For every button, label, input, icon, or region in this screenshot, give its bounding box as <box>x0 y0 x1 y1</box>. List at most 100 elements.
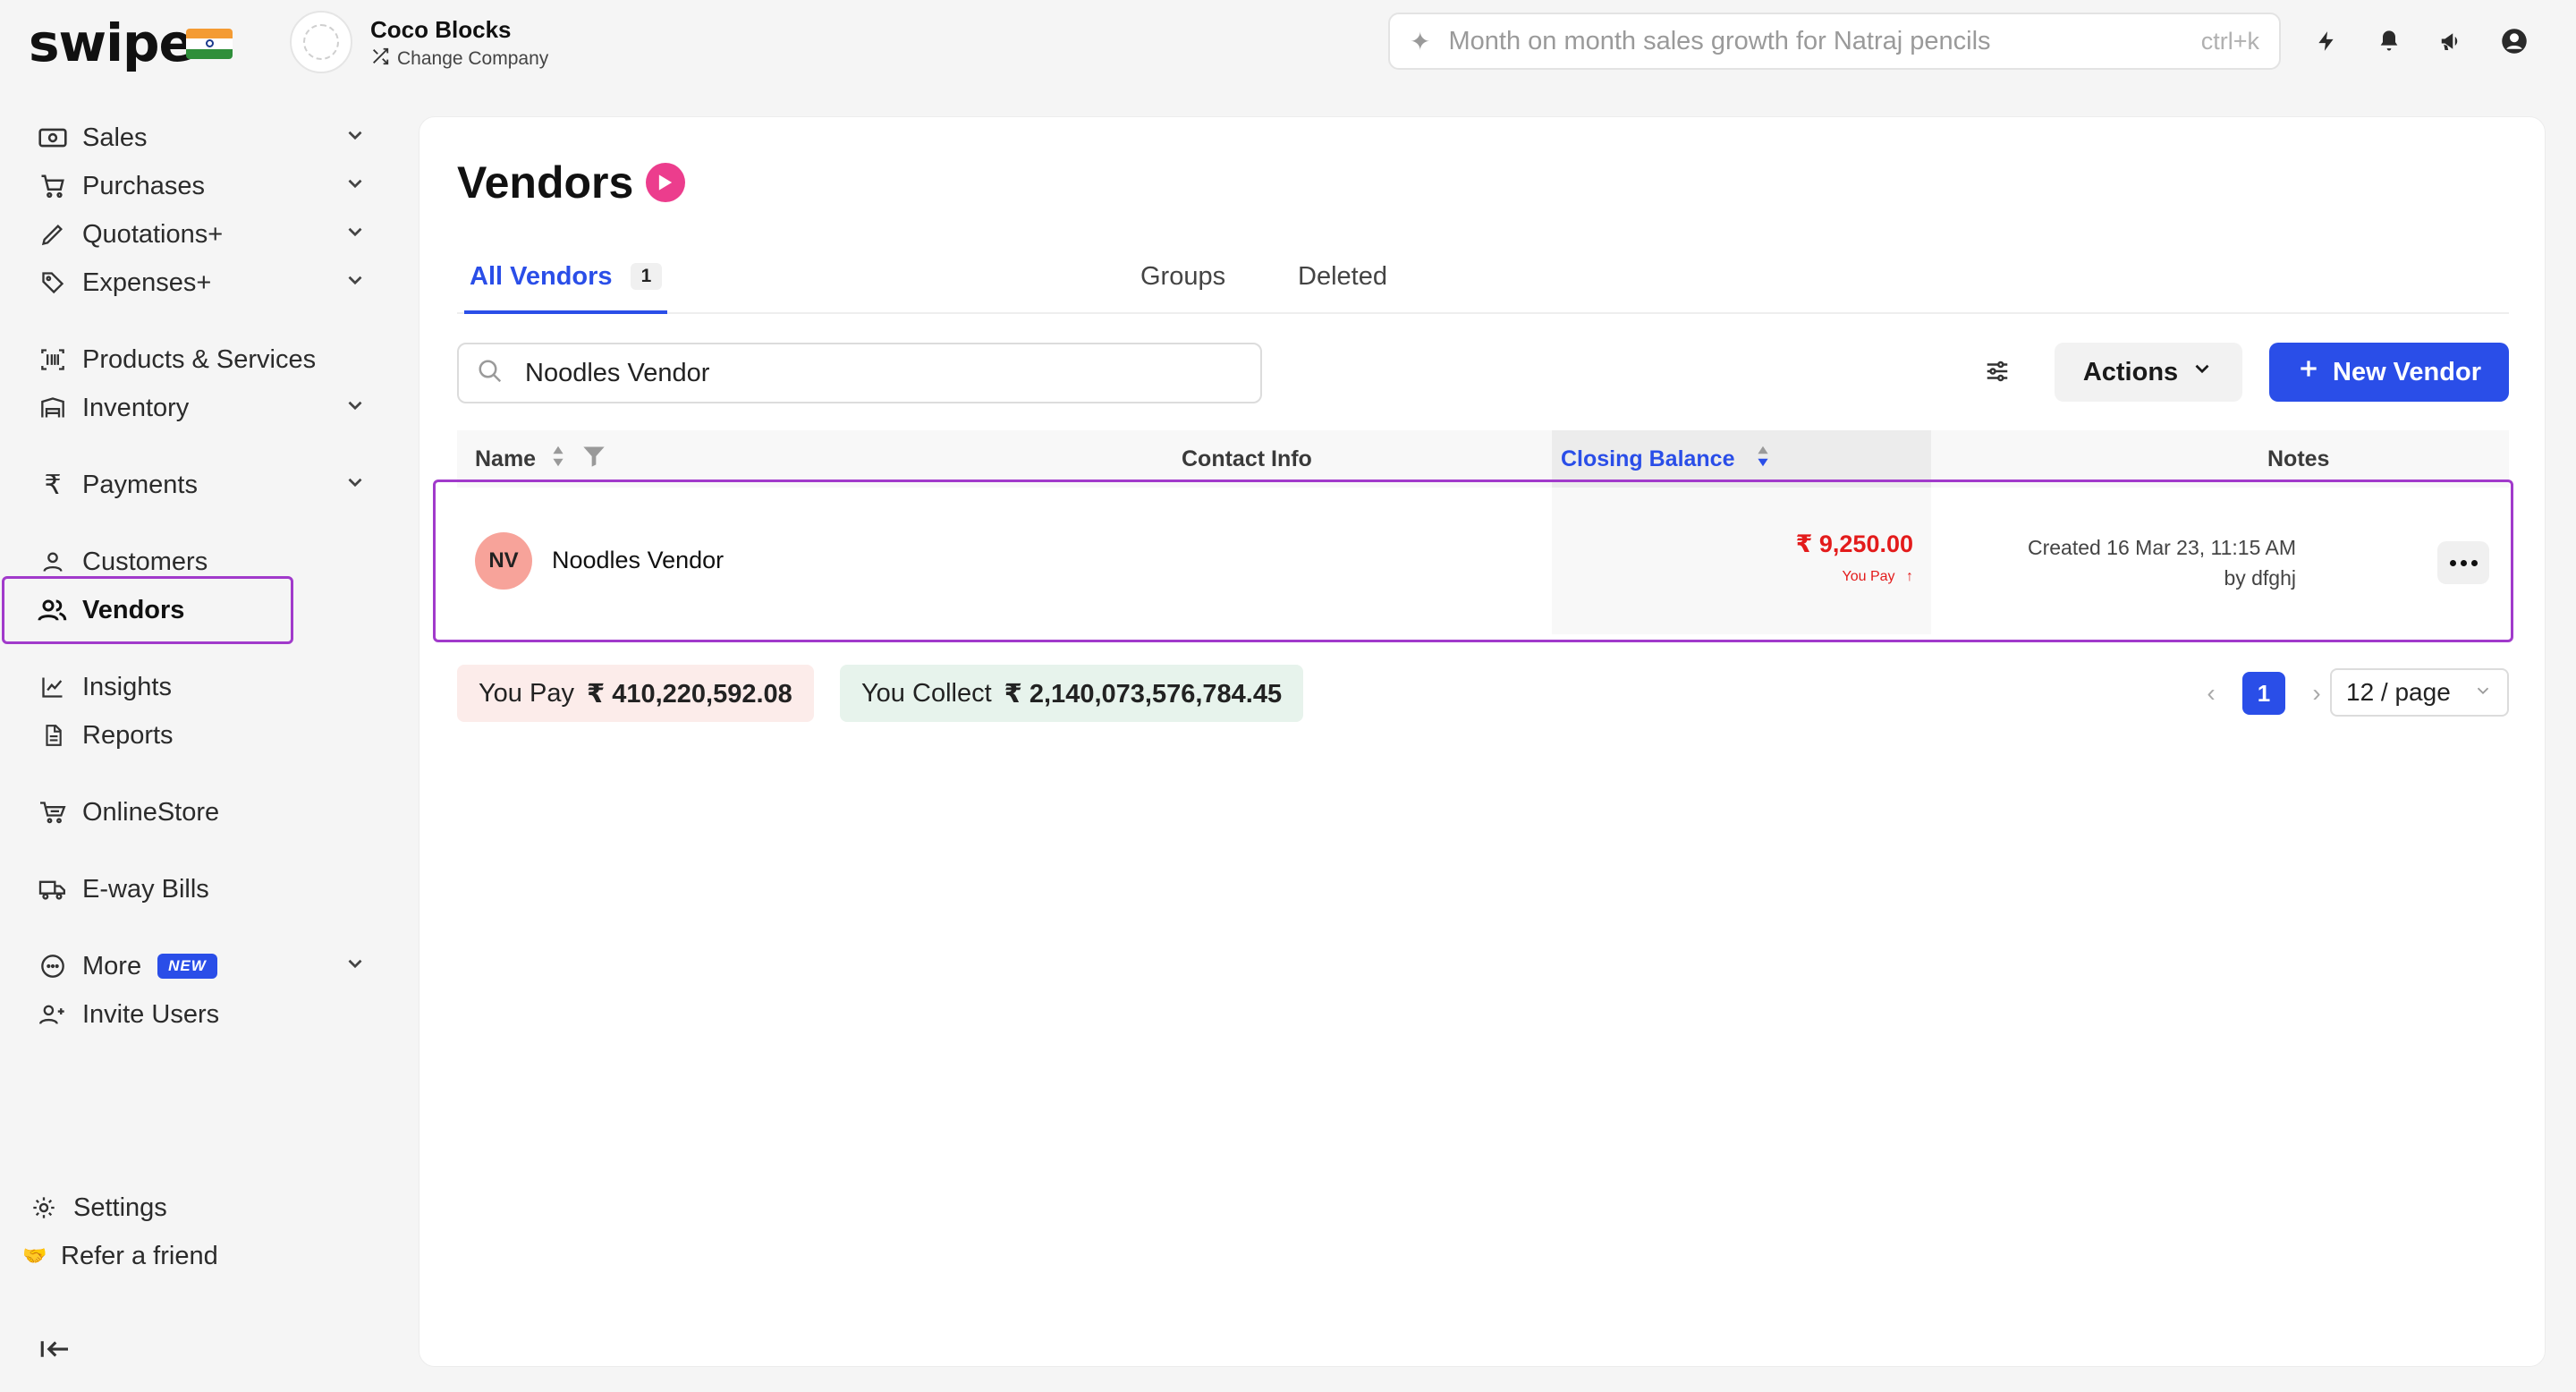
chevron-down-icon[interactable] <box>343 471 367 501</box>
actions-button[interactable]: Actions <box>2055 343 2242 402</box>
sidebar-item-label: Customers <box>82 547 208 576</box>
next-page-icon[interactable]: › <box>2305 679 2328 708</box>
tab-count-badge: 1 <box>630 263 663 290</box>
you-pay-label: You Pay <box>479 678 574 708</box>
refer-label: Refer a friend <box>61 1241 218 1270</box>
sidebar-item-label: More <box>82 951 142 980</box>
chevron-down-icon[interactable] <box>343 394 367 424</box>
column-settings-button[interactable] <box>1976 352 2019 395</box>
sidebar-item-label: Purchases <box>82 171 206 200</box>
rupee-icon: ₹ <box>44 470 62 500</box>
tab-deleted[interactable]: Deleted <box>1298 262 1387 314</box>
play-video-icon[interactable] <box>646 163 686 202</box>
sidebar-item-label: Products & Services <box>82 344 317 374</box>
chevron-down-icon <box>2473 678 2493 707</box>
tab-all-vendors[interactable]: All Vendors 1 <box>464 262 668 314</box>
more-circle-icon <box>36 949 70 983</box>
pencil-icon <box>36 217 70 251</box>
store-cart-icon <box>36 795 70 829</box>
vendor-row-highlight <box>433 480 2513 642</box>
truck-icon <box>36 872 70 906</box>
new-vendor-button[interactable]: New Vendor <box>2269 343 2509 402</box>
column-header-label: Closing Balance <box>1561 446 1735 471</box>
filter-funnel-icon[interactable] <box>580 444 607 475</box>
chevron-down-icon[interactable] <box>343 268 367 299</box>
plus-icon <box>2297 357 2320 387</box>
sliders-icon <box>1983 358 2012 389</box>
chevron-down-icon <box>2190 357 2214 387</box>
company-name[interactable]: Coco Blocks <box>370 16 512 44</box>
vendor-search-input[interactable] <box>525 358 1223 388</box>
settings-label: Settings <box>73 1193 167 1222</box>
chevron-down-icon[interactable] <box>343 952 367 982</box>
sidebar-item-onlinestore[interactable]: OnlineStore <box>36 791 367 834</box>
cart-icon <box>36 169 70 203</box>
bell-icon[interactable] <box>2374 20 2404 63</box>
sidebar-item-label: Inventory <box>82 393 190 422</box>
collapse-left-icon <box>38 1332 72 1366</box>
chevron-down-icon[interactable] <box>343 123 367 154</box>
cash-icon <box>36 121 70 155</box>
sort-desc-icon[interactable] <box>1755 444 1771 475</box>
gear-icon <box>27 1191 61 1225</box>
sidebar-item-refer[interactable]: 🤝 Refer a friend <box>21 1235 352 1277</box>
sidebar-item-more[interactable]: More NEW <box>36 945 367 988</box>
page-size-select[interactable]: 12 / page <box>2330 668 2509 717</box>
you-pay-value: ₹ 410,220,592.08 <box>586 679 792 709</box>
sidebar-item-label: Reports <box>82 720 174 750</box>
collapse-sidebar-button[interactable] <box>38 1328 369 1371</box>
lightning-icon[interactable] <box>2311 20 2342 63</box>
top-bar: swipe Coco Blocks Change Company ✦ Month… <box>0 0 2576 84</box>
user-account-icon[interactable] <box>2499 20 2529 63</box>
page-title: Vendors <box>457 157 686 208</box>
sidebar-item-label: Payments <box>82 470 198 499</box>
swipe-logo[interactable]: swipe <box>29 13 194 73</box>
sidebar-item-expenses[interactable]: Expenses+ <box>36 261 367 304</box>
chevron-down-icon[interactable] <box>343 220 367 250</box>
column-header-label: Name <box>475 446 537 471</box>
sidebar-item-settings[interactable]: Settings <box>27 1186 358 1229</box>
shuffle-icon <box>370 47 390 72</box>
prev-page-icon[interactable]: ‹ <box>2199 679 2223 708</box>
india-flag-icon <box>186 29 233 59</box>
page-title-text: Vendors <box>457 157 634 208</box>
actions-label: Actions <box>2082 357 2179 386</box>
user-icon <box>36 545 70 579</box>
sidebar-item-reports[interactable]: Reports <box>36 714 367 757</box>
sparkle-icon: ✦ <box>1410 27 1431 55</box>
sidebar-item-purchases[interactable]: Purchases <box>36 165 367 208</box>
barcode-icon <box>36 343 70 377</box>
sidebar-item-products-services[interactable]: Products & Services <box>36 338 367 381</box>
tab-groups-label: Groups <box>1140 262 1226 291</box>
page-number-current[interactable]: 1 <box>2242 672 2285 715</box>
sidebar-item-eway-bills[interactable]: E-way Bills <box>36 868 367 911</box>
tag-icon <box>36 266 70 300</box>
sidebar-item-inventory[interactable]: Inventory <box>36 386 367 429</box>
global-search-placeholder: Month on month sales growth for Natraj p… <box>1448 26 1991 55</box>
sidebar-item-insights[interactable]: Insights <box>36 666 367 709</box>
change-company-link[interactable]: Change Company <box>370 47 548 72</box>
sidebar-item-label: Invite Users <box>82 999 220 1029</box>
sidebar-item-quotations[interactable]: Quotations+ <box>36 213 367 256</box>
warehouse-icon <box>36 391 70 425</box>
company-avatar[interactable] <box>290 11 352 73</box>
new-vendor-label: New Vendor <box>2333 357 2481 386</box>
chart-line-icon <box>36 670 70 704</box>
megaphone-icon[interactable] <box>2436 20 2467 63</box>
tab-groups[interactable]: Groups <box>1140 262 1225 314</box>
chevron-down-icon[interactable] <box>343 172 367 202</box>
user-plus-icon <box>36 997 70 1031</box>
change-company-label: Change Company <box>397 48 549 69</box>
sidebar-item-sales[interactable]: Sales <box>36 116 367 159</box>
global-search-input[interactable]: ✦ Month on month sales growth for Natraj… <box>1388 13 2281 70</box>
sidebar: Sales Purchases Quotations+ Expenses+ Pr… <box>0 84 394 1392</box>
you-pay-summary: You Pay ₹ 410,220,592.08 <box>457 665 814 722</box>
you-collect-value: ₹ 2,140,073,576,784.45 <box>1004 679 1283 709</box>
document-icon <box>36 718 70 752</box>
sidebar-item-label: Sales <box>82 123 148 152</box>
sidebar-item-invite-users[interactable]: Invite Users <box>36 993 367 1036</box>
sidebar-item-payments[interactable]: ₹ Payments <box>36 463 367 506</box>
sidebar-item-label: Insights <box>82 672 172 701</box>
vendor-search-box <box>457 343 1262 403</box>
sort-icon[interactable] <box>550 444 566 475</box>
